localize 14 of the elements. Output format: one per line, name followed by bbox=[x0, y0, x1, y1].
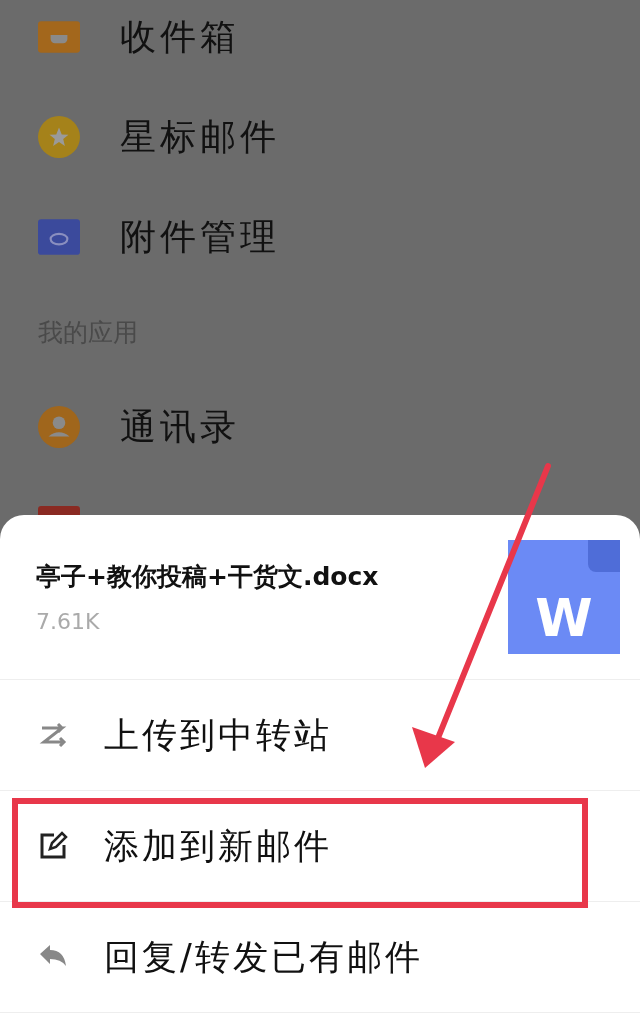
file-name: 亭子+教你投稿+干货文.docx bbox=[36, 561, 379, 593]
contact-icon bbox=[38, 406, 80, 448]
menu-item-label[interactable]: 通讯录 bbox=[120, 402, 240, 452]
attachment-icon bbox=[38, 216, 80, 258]
menu-item-label[interactable]: 收件箱 bbox=[120, 12, 240, 62]
menu-item-label[interactable]: 星标邮件 bbox=[120, 112, 280, 162]
action-item[interactable]: 上传到中转站 bbox=[104, 711, 332, 759]
edit-icon bbox=[38, 831, 68, 861]
file-size: 7.61K bbox=[36, 609, 101, 634]
action-item[interactable]: 回复/转发已有邮件 bbox=[104, 933, 423, 981]
menu-item-label[interactable]: 附件管理 bbox=[120, 212, 280, 262]
document-icon: W bbox=[508, 540, 620, 654]
action-item[interactable]: 添加到新邮件 bbox=[104, 822, 332, 870]
transfer-icon bbox=[38, 720, 68, 750]
